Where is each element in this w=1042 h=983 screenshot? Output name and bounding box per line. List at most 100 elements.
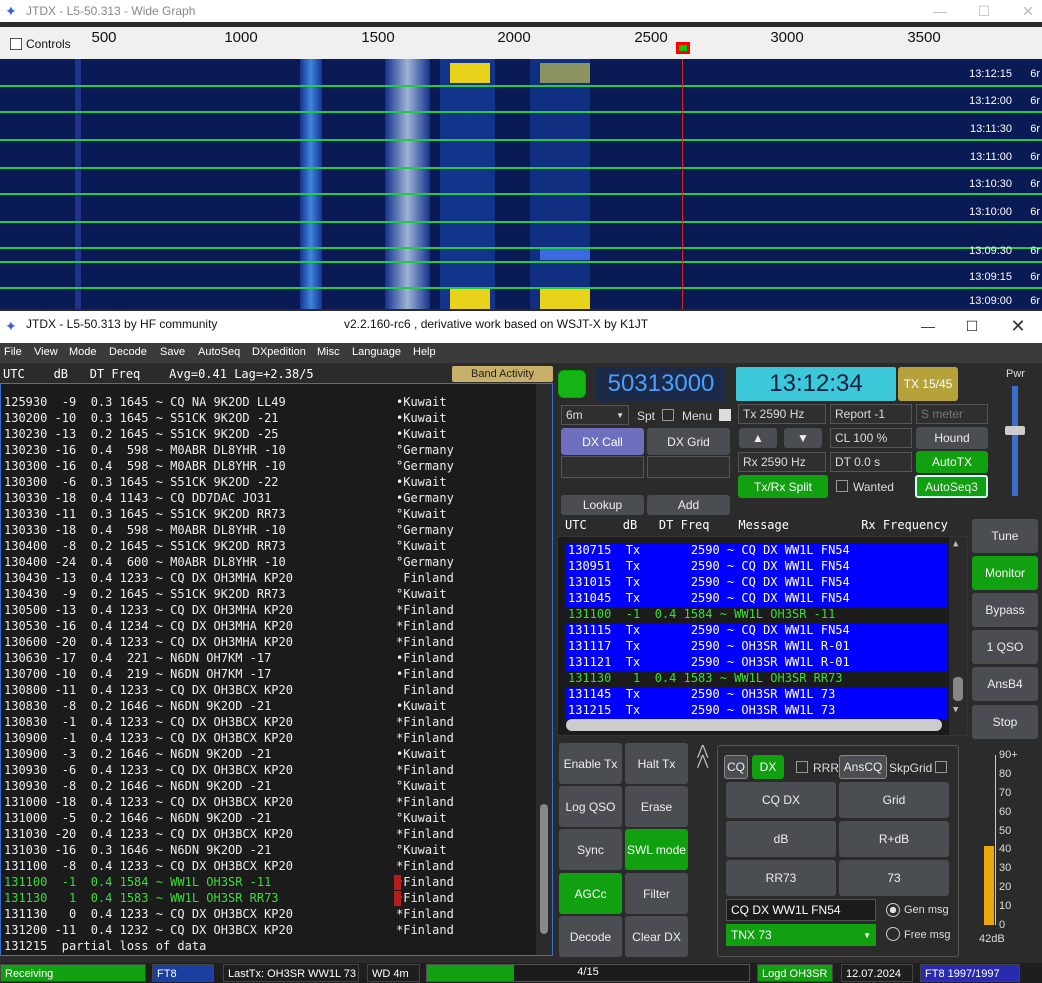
decode-row[interactable]: 130300 -16 0.4 598 ~ M0ABR DL8YHR -10	[4, 459, 286, 475]
dx-button[interactable]: DX	[752, 755, 784, 779]
decode-row[interactable]: 130930 -8 0.2 1646 ~ N6DN 9K2OD -21	[4, 779, 271, 795]
frequency-display[interactable]: 50313000	[596, 367, 726, 401]
rr73-button[interactable]: RR73	[726, 860, 836, 896]
rx-message-row[interactable]: 131100 -1 0.4 1584 ~ WW1L OH3SR -11	[566, 607, 948, 623]
rx-message-row[interactable]: 131115 Tx 2590 ~ CQ DX WW1L FN54	[566, 623, 948, 639]
decode-row[interactable]: 131130 1 0.4 1583 ~ WW1L OH3SR RR73	[4, 891, 279, 907]
rrr-checkbox[interactable]	[796, 761, 808, 773]
grid-button[interactable]: Grid	[839, 782, 949, 818]
decode-row[interactable]: 130900 -1 0.4 1233 ~ CQ DX OH3BCX KP20	[4, 731, 293, 747]
rx-message-row[interactable]: 131121 Tx 2590 ~ OH3SR WW1L R-01	[566, 655, 948, 671]
halt-tx-button[interactable]: Halt Tx	[625, 743, 688, 784]
decode-row[interactable]: 130430 -13 0.4 1233 ~ CQ DX OH3MHA KP20	[4, 571, 293, 587]
minimize-icon[interactable]: —	[920, 2, 960, 20]
dt-field[interactable]: DT 0.0 s	[830, 452, 912, 472]
autotx-button[interactable]: AutoTX	[916, 451, 988, 473]
anscq-button[interactable]: AnsCQ	[839, 755, 887, 779]
dx-call-button[interactable]: DX Call	[561, 428, 644, 455]
decode-row[interactable]: 130500 -13 0.4 1233 ~ CQ DX OH3MHA KP20	[4, 603, 293, 619]
stop-button[interactable]: Stop	[972, 705, 1038, 739]
tune-button[interactable]: Tune	[972, 519, 1038, 553]
rx-message-row[interactable]: 130951 Tx 2590 ~ CQ DX WW1L FN54	[566, 559, 948, 575]
menu-mode[interactable]: Mode	[69, 346, 97, 358]
minimize-icon[interactable]: —	[908, 317, 948, 335]
s-meter-field[interactable]: S meter	[916, 404, 988, 424]
decode-row[interactable]: 131100 -8 0.4 1233 ~ CQ DX OH3BCX KP20	[4, 859, 293, 875]
horizontal-scrollbar[interactable]	[566, 719, 942, 731]
skpgrid-checkbox[interactable]	[935, 761, 947, 773]
close-icon[interactable]: ✕	[998, 317, 1038, 335]
rx-frequency-field[interactable]: Rx 2590 Hz	[738, 452, 826, 472]
maximize-icon[interactable]: ☐	[964, 2, 1004, 20]
bypass-button[interactable]: Bypass	[972, 593, 1038, 627]
menu-file[interactable]: File	[4, 346, 22, 358]
decode-row[interactable]: 130230 -13 0.2 1645 ~ S51CK 9K2OD -25	[4, 427, 279, 443]
autoseq3-button[interactable]: AutoSeq3	[915, 475, 988, 498]
band-select[interactable]: 6m ▼	[561, 405, 629, 425]
wide-graph[interactable]: Controls 500 1000 1500 2000 2500 3000 35…	[0, 27, 1042, 309]
tx-frequency-marker[interactable]	[676, 42, 690, 54]
controls-toggle[interactable]: Controls	[10, 37, 71, 51]
maximize-icon[interactable]: ☐	[952, 317, 992, 335]
cq-dx-button[interactable]: CQ DX	[726, 782, 836, 818]
swl-mode-button[interactable]: SWL mode	[625, 829, 688, 870]
decode-row[interactable]: 131215 partial loss of data	[4, 939, 206, 955]
wanted-checkbox[interactable]	[836, 480, 848, 492]
decode-row[interactable]: 125930 -9 0.3 1645 ~ CQ NA 9K2OD LL49	[4, 395, 286, 411]
rx-frequency-list[interactable]: ▲ ▼ 130715 Tx 2590 ~ CQ DX WW1L FN54 1309…	[557, 536, 968, 736]
menu-dxpedition[interactable]: DXpedition	[252, 346, 306, 358]
decode-row[interactable]: 130930 -6 0.4 1233 ~ CQ DX OH3BCX KP20	[4, 763, 293, 779]
free-msg-radio[interactable]	[886, 927, 900, 941]
decode-row[interactable]: 130430 -9 0.2 1645 ~ S51CK 9K2OD RR73	[4, 587, 286, 603]
tx-up-button[interactable]: ▲	[739, 428, 777, 448]
decode-row[interactable]: 131030 -20 0.4 1233 ~ CQ DX OH3BCX KP20	[4, 827, 293, 843]
decode-row[interactable]: 130830 -1 0.4 1233 ~ CQ DX OH3BCX KP20	[4, 715, 293, 731]
agcc-button[interactable]: AGCc	[559, 873, 622, 914]
dx-call-input[interactable]	[561, 456, 644, 478]
rx-message-row[interactable]: 131117 Tx 2590 ~ OH3SR WW1L R-01	[566, 639, 948, 655]
add-button[interactable]: Add	[647, 495, 730, 515]
free-message-select[interactable]: TNX 73 ▼	[726, 924, 876, 946]
report-field[interactable]: Report -1	[830, 404, 912, 424]
band-activity-scrollbar[interactable]	[536, 384, 552, 955]
decode-row[interactable]: 130200 -10 0.3 1645 ~ S51CK 9K2OD -21	[4, 411, 279, 427]
menu-save[interactable]: Save	[160, 346, 185, 358]
rx-message-row[interactable]: 131015 Tx 2590 ~ CQ DX WW1L FN54	[566, 575, 948, 591]
seventy-three-button[interactable]: 73	[839, 860, 949, 896]
decode-row[interactable]: 130800 -11 0.4 1233 ~ CQ DX OH3BCX KP20	[4, 683, 293, 699]
band-activity-list[interactable]: 125930 -9 0.3 1645 ~ CQ NA 9K2OD LL49 •Ku…	[0, 383, 553, 956]
cl-field[interactable]: CL 100 %	[830, 428, 912, 448]
clear-dx-button[interactable]: Clear DX	[625, 916, 688, 957]
scrollbar-thumb[interactable]	[540, 804, 548, 934]
decode-row[interactable]: 131130 0 0.4 1233 ~ CQ DX OH3BCX KP20	[4, 907, 293, 923]
log-qso-button[interactable]: Log QSO	[559, 786, 622, 827]
decode-row[interactable]: 130330 -18 0.4 598 ~ M0ABR DL8YHR -10	[4, 523, 286, 539]
decode-row[interactable]: 130830 -8 0.2 1646 ~ N6DN 9K2OD -21	[4, 699, 271, 715]
rx-message-row[interactable]: 131130 1 0.4 1583 ~ WW1L OH3SR RR73	[566, 671, 948, 687]
decode-row[interactable]: 130530 -16 0.4 1234 ~ CQ DX OH3MHA KP20	[4, 619, 293, 635]
menu-misc[interactable]: Misc	[317, 346, 340, 358]
scroll-down-icon[interactable]: ▼	[953, 705, 958, 715]
rx-message-row[interactable]: 131045 Tx 2590 ~ CQ DX WW1L FN54	[566, 591, 948, 607]
pwr-slider-track[interactable]	[1012, 386, 1018, 496]
decode-row[interactable]: 130400 -24 0.4 600 ~ M0ABR DL8YHR -10	[4, 555, 286, 571]
controls-checkbox[interactable]	[10, 38, 22, 50]
sync-button[interactable]: Sync	[559, 829, 622, 870]
ansb4-button[interactable]: AnsB4	[972, 667, 1038, 701]
menu-view[interactable]: View	[34, 346, 58, 358]
menu-language[interactable]: Language	[352, 346, 401, 358]
menu-decode[interactable]: Decode	[109, 346, 147, 358]
cq-button[interactable]: CQ	[724, 755, 748, 779]
rx-message-row[interactable]: 131215 Tx 2590 ~ OH3SR WW1L 73	[566, 703, 948, 719]
pwr-slider-handle[interactable]	[1005, 426, 1025, 435]
decode-row[interactable]: 131000 -18 0.4 1233 ~ CQ DX OH3BCX KP20	[4, 795, 293, 811]
monitor-button[interactable]: Monitor	[972, 556, 1038, 590]
dx-grid-button[interactable]: DX Grid	[647, 428, 730, 455]
decode-row[interactable]: 131000 -5 0.2 1646 ~ N6DN 9K2OD -21	[4, 811, 271, 827]
decode-row[interactable]: 130700 -10 0.4 219 ~ N6DN OH7KM -17	[4, 667, 271, 683]
frequency-scale[interactable]: Controls 500 1000 1500 2000 2500 3000 35…	[0, 27, 1042, 59]
double-arrow-icon[interactable]: ⋀ ⋀	[697, 743, 713, 775]
one-qso-button[interactable]: 1 QSO	[972, 630, 1038, 664]
db-button[interactable]: dB	[726, 821, 836, 857]
rx-frequency-scrollbar[interactable]: ▲ ▼	[949, 537, 967, 735]
